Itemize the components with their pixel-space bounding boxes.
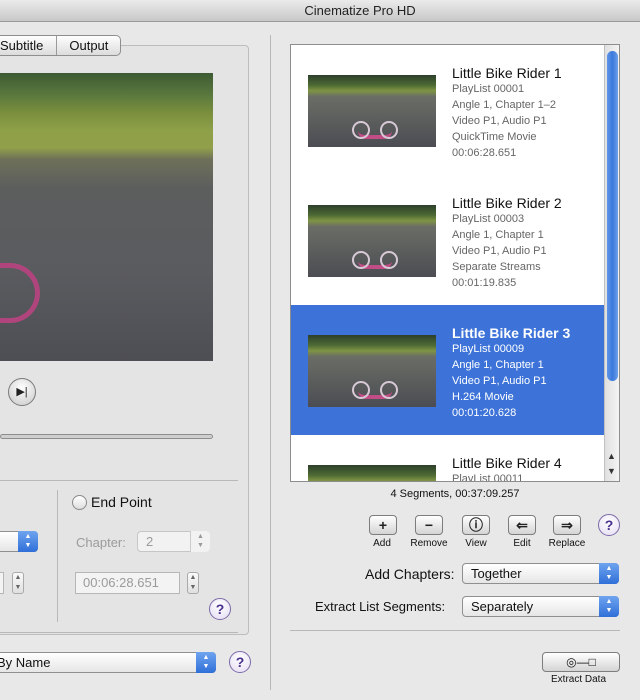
- play-icon: ▶|: [16, 386, 28, 398]
- segment-format: Separate Streams: [452, 261, 541, 273]
- help-icon[interactable]: ?: [209, 598, 231, 620]
- tab-bar: Subtitle Output: [0, 35, 122, 56]
- bike-wheel-shape: [0, 263, 40, 323]
- list-scrollbar[interactable]: ▲ ▼: [604, 45, 619, 481]
- extract-segments-popup[interactable]: Separately ▲ ▼: [462, 596, 619, 617]
- chapter-label: Chapter:: [76, 535, 126, 550]
- scroll-down-icon[interactable]: ▼: [607, 466, 616, 476]
- playback-scrubber[interactable]: [0, 434, 213, 439]
- segment-thumbnail: [308, 205, 436, 277]
- start-chapter-popup[interactable]: ▲ ▼: [0, 531, 38, 552]
- help-icon[interactable]: ?: [229, 651, 251, 673]
- tab-output[interactable]: Output: [56, 36, 120, 55]
- edit-button[interactable]: ⇐: [508, 515, 536, 535]
- add-chapters-value: Together: [471, 566, 522, 581]
- divider: [0, 632, 238, 633]
- divider: [57, 490, 58, 622]
- extract-segments-label: Extract List Segments:: [315, 599, 446, 614]
- list-item[interactable]: Little Bike Rider 4 PlayList 00011: [291, 435, 604, 482]
- chevron-updown-icon: ▲ ▼: [196, 652, 216, 673]
- divider: [0, 480, 238, 481]
- segment-list[interactable]: Little Bike Rider 1 PlayList 00001 Angle…: [290, 44, 620, 482]
- segment-title: Little Bike Rider 1: [452, 65, 562, 81]
- plus-icon: +: [378, 517, 388, 533]
- chevron-updown-icon: ▲ ▼: [18, 531, 38, 552]
- window-titlebar: Cinematize Pro HD: [0, 0, 640, 22]
- segment-title: Little Bike Rider 2: [452, 195, 562, 211]
- scroll-up-icon[interactable]: ▲: [607, 451, 616, 461]
- edit-icon: ⇐: [516, 517, 528, 533]
- start-time-stepper[interactable]: ▲ ▼: [12, 572, 24, 594]
- segment-format: QuickTime Movie: [452, 131, 537, 143]
- add-chapters-label: Add Chapters:: [365, 566, 455, 582]
- segment-angle: Angle 1, Chapter 1–2: [452, 99, 556, 111]
- wheel-shape: [352, 381, 370, 399]
- wheel-shape: [352, 121, 370, 139]
- wheel-shape: [380, 121, 398, 139]
- sort-popup[interactable]: By Name ▲ ▼: [0, 652, 216, 673]
- video-preview: [0, 73, 213, 361]
- divider: [290, 630, 620, 631]
- tab-subtitle[interactable]: Subtitle: [0, 36, 56, 55]
- segment-streams: Video P1, Audio P1: [452, 375, 547, 387]
- view-button[interactable]: ⓘ: [462, 515, 490, 535]
- end-point-radio[interactable]: [72, 495, 87, 510]
- start-time-field[interactable]: [0, 572, 4, 594]
- segment-title: Little Bike Rider 3: [452, 325, 571, 341]
- chevron-updown-icon: ▲ ▼: [190, 531, 210, 552]
- replace-label: Replace: [548, 538, 586, 549]
- end-chapter-value: 2: [146, 534, 154, 549]
- segment-thumbnail: [308, 465, 436, 481]
- segment-playlist: PlayList 00003: [452, 213, 525, 225]
- replace-button[interactable]: ⇒: [553, 515, 581, 535]
- segment-duration: 00:06:28.651: [452, 147, 517, 159]
- segment-thumbnail: [308, 75, 436, 147]
- help-icon[interactable]: ?: [598, 514, 620, 536]
- info-icon: ⓘ: [469, 517, 483, 533]
- segment-angle: Angle 1, Chapter 1: [452, 359, 544, 371]
- segment-playlist: PlayList 00011: [452, 473, 524, 482]
- segment-duration: 00:01:19.835: [452, 277, 517, 289]
- wheel-shape: [380, 381, 398, 399]
- replace-icon: ⇒: [561, 517, 573, 533]
- list-item-selected[interactable]: Little Bike Rider 3 PlayList 00009 Angle…: [291, 305, 604, 435]
- end-chapter-popup[interactable]: 2 ▲ ▼: [137, 531, 210, 552]
- play-button[interactable]: ▶|: [8, 378, 36, 406]
- segment-playlist: PlayList 00009: [452, 343, 525, 355]
- extract-data-label: Extract Data: [551, 674, 607, 685]
- chevron-updown-icon: ▲ ▼: [599, 563, 619, 584]
- segment-duration: 00:01:20.628: [452, 407, 517, 419]
- end-point-label: End Point: [91, 494, 152, 510]
- add-button[interactable]: +: [369, 515, 397, 535]
- extract-data-button[interactable]: ◎—□: [542, 652, 620, 672]
- extract-segments-value: Separately: [471, 599, 534, 614]
- segment-playlist: PlayList 00001: [452, 83, 525, 95]
- sort-popup-value: By Name: [0, 655, 51, 670]
- end-time-field[interactable]: 00:06:28.651: [75, 572, 180, 594]
- segment-format: H.264 Movie: [452, 391, 514, 403]
- list-item[interactable]: Little Bike Rider 1 PlayList 00001 Angle…: [291, 45, 604, 175]
- chevron-updown-icon: ▲ ▼: [599, 596, 619, 617]
- segment-title: Little Bike Rider 4: [452, 455, 562, 471]
- extract-icon: ◎—□: [566, 655, 596, 669]
- list-item[interactable]: Little Bike Rider 2 PlayList 00003 Angle…: [291, 175, 604, 305]
- add-chapters-popup[interactable]: Together ▲ ▼: [462, 563, 619, 584]
- minus-icon: −: [424, 517, 434, 533]
- wheel-shape: [352, 251, 370, 269]
- scrollbar-thumb[interactable]: [607, 51, 618, 381]
- end-time-stepper[interactable]: ▲ ▼: [187, 572, 199, 594]
- wheel-shape: [380, 251, 398, 269]
- pane-divider: [270, 35, 271, 690]
- segment-streams: Video P1, Audio P1: [452, 115, 547, 127]
- window-title: Cinematize Pro HD: [304, 3, 416, 18]
- segment-streams: Video P1, Audio P1: [452, 245, 547, 257]
- segments-summary: 4 Segments, 00:37:09.257: [390, 488, 520, 500]
- remove-button[interactable]: −: [415, 515, 443, 535]
- segment-angle: Angle 1, Chapter 1: [452, 229, 544, 241]
- segment-thumbnail: [308, 335, 436, 407]
